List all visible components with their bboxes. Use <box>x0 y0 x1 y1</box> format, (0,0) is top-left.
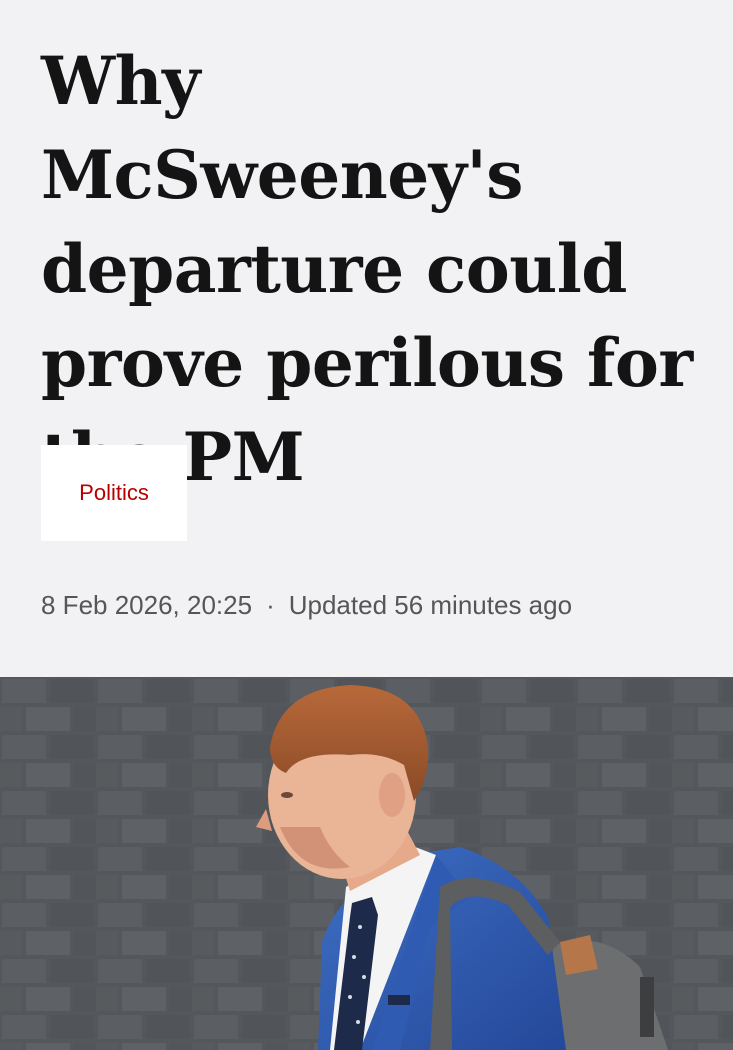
article-headline: Why McSweeney's departure could prove pe… <box>41 42 693 496</box>
hero-photo <box>0 677 733 1050</box>
topic-tag-politics[interactable]: Politics <box>41 445 187 541</box>
updated-time: Updated 56 minutes ago <box>288 590 573 620</box>
article-meta: 8 Feb 2026, 20:25 · Updated 56 minutes a… <box>41 590 572 621</box>
meta-separator: · <box>266 590 275 620</box>
published-date: 8 Feb 2026, 20:25 <box>41 590 253 620</box>
hero-image <box>0 677 733 1050</box>
topic-tag-label: Politics <box>79 480 149 505</box>
